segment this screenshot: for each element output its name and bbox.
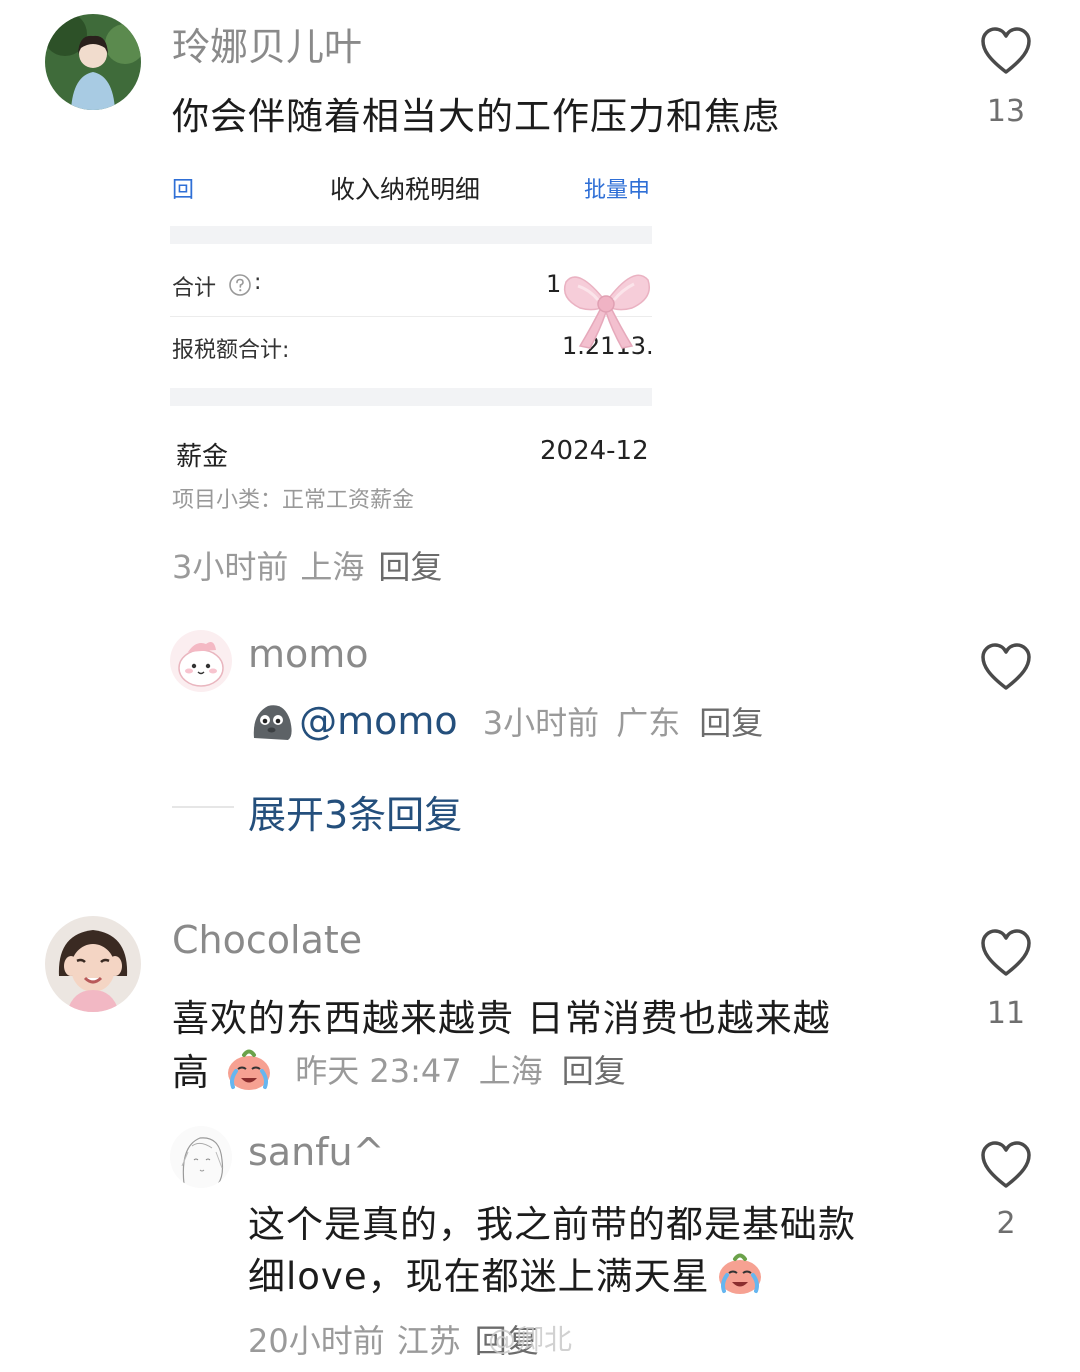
comment-text: 你会伴随着相当大的工作压力和焦虑 [172, 95, 780, 138]
like-button[interactable] [976, 26, 1036, 76]
avatar-image [45, 14, 141, 110]
comment-time: 3小时前 [172, 548, 289, 586]
heart-outline-icon [981, 929, 1031, 976]
crying-emoji-icon [228, 1049, 271, 1090]
avatar-image [170, 630, 232, 692]
avatar-image [45, 916, 141, 1012]
comment-location: 上海 [300, 548, 365, 586]
embed-divider-bar-2 [170, 388, 652, 406]
reply-content-row: @momo 3小时前 广东 回复 [248, 698, 763, 744]
embed-item-date: 2024-12 [540, 436, 649, 466]
reply-location: 江苏 [396, 1322, 461, 1360]
embed-item-label: 薪金 [176, 442, 229, 472]
embed-back-label: 回 [172, 178, 195, 203]
embed-row2-label: 报税额合计: [172, 338, 290, 363]
reply-line2-row: 细love，现在都迷上满天星 [248, 1246, 765, 1300]
comment-line2-row: 高 昨天 23:47 上海 回复 [172, 1042, 626, 1096]
reply-text-line2: 细love，现在都迷上满天星 [248, 1255, 710, 1298]
like-button[interactable] [976, 1140, 1036, 1190]
like-button[interactable] [976, 928, 1036, 978]
reply-time: 20小时前 [248, 1322, 385, 1360]
reply-username[interactable]: momo [248, 632, 369, 676]
crying-emoji-icon [718, 1253, 761, 1294]
embedded-screenshot[interactable]: 回 收入纳税明细 批量申 合计 : 1 报税额合计: 1.2113. 薪金 20… [170, 160, 652, 520]
comment-text-line1: 喜欢的东西越来越贵 日常消费也越来越 [172, 997, 831, 1040]
reply-time: 3小时前 [482, 704, 600, 742]
reply-location: 广东 [616, 704, 681, 742]
heart-outline-icon [981, 643, 1031, 690]
question-circle-icon [229, 274, 251, 296]
grey-blob-emoji-icon [253, 705, 292, 740]
comment-username[interactable]: 玲娜贝儿叶 [172, 16, 362, 71]
embed-action-label: 批量申 [584, 178, 651, 203]
reply-button[interactable]: 回复 [699, 704, 763, 742]
embed-title: 收入纳税明细 [330, 175, 481, 204]
reply-mention[interactable]: @momo [299, 699, 458, 743]
avatar-image [170, 1126, 232, 1188]
bow-sticker [563, 274, 650, 349]
weibo-watermark: @卿北 [488, 1323, 573, 1356]
embed-row1-suffix: : [254, 270, 262, 295]
expand-divider [172, 806, 234, 808]
heart-outline-icon [981, 27, 1031, 74]
comment-location: 上海 [478, 1052, 543, 1090]
embed-item-sub: 项目小类：正常工资薪金 [172, 488, 415, 513]
reply-username[interactable]: sanfu^ [248, 1130, 384, 1174]
comment-time: 昨天 23:47 [295, 1052, 462, 1090]
reply-button[interactable]: 回复 [562, 1052, 626, 1090]
comment-meta: 3小时前 上海 回复 [172, 542, 442, 588]
comment-username[interactable]: Chocolate [172, 918, 362, 962]
embed-divider-bar [170, 226, 652, 244]
like-count: 13 [986, 94, 1026, 129]
avatar-sanfu[interactable] [170, 1126, 232, 1188]
comment-text-line2: 高 [172, 1051, 209, 1094]
like-count: 2 [996, 1206, 1016, 1241]
reply-text-line1: 这个是真的，我之前带的都是基础款 [248, 1203, 856, 1246]
like-button[interactable] [976, 642, 1036, 692]
like-count: 11 [986, 996, 1026, 1031]
avatar-chocolate[interactable] [45, 916, 141, 1012]
reply-button[interactable]: 回复 [378, 548, 442, 586]
embed-row1-label: 合计 [172, 276, 217, 301]
avatar-momo[interactable] [170, 630, 232, 692]
avatar-linabeier[interactable] [45, 14, 141, 110]
expand-replies-button[interactable]: 展开3条回复 [248, 784, 462, 839]
heart-outline-icon [981, 1141, 1031, 1188]
